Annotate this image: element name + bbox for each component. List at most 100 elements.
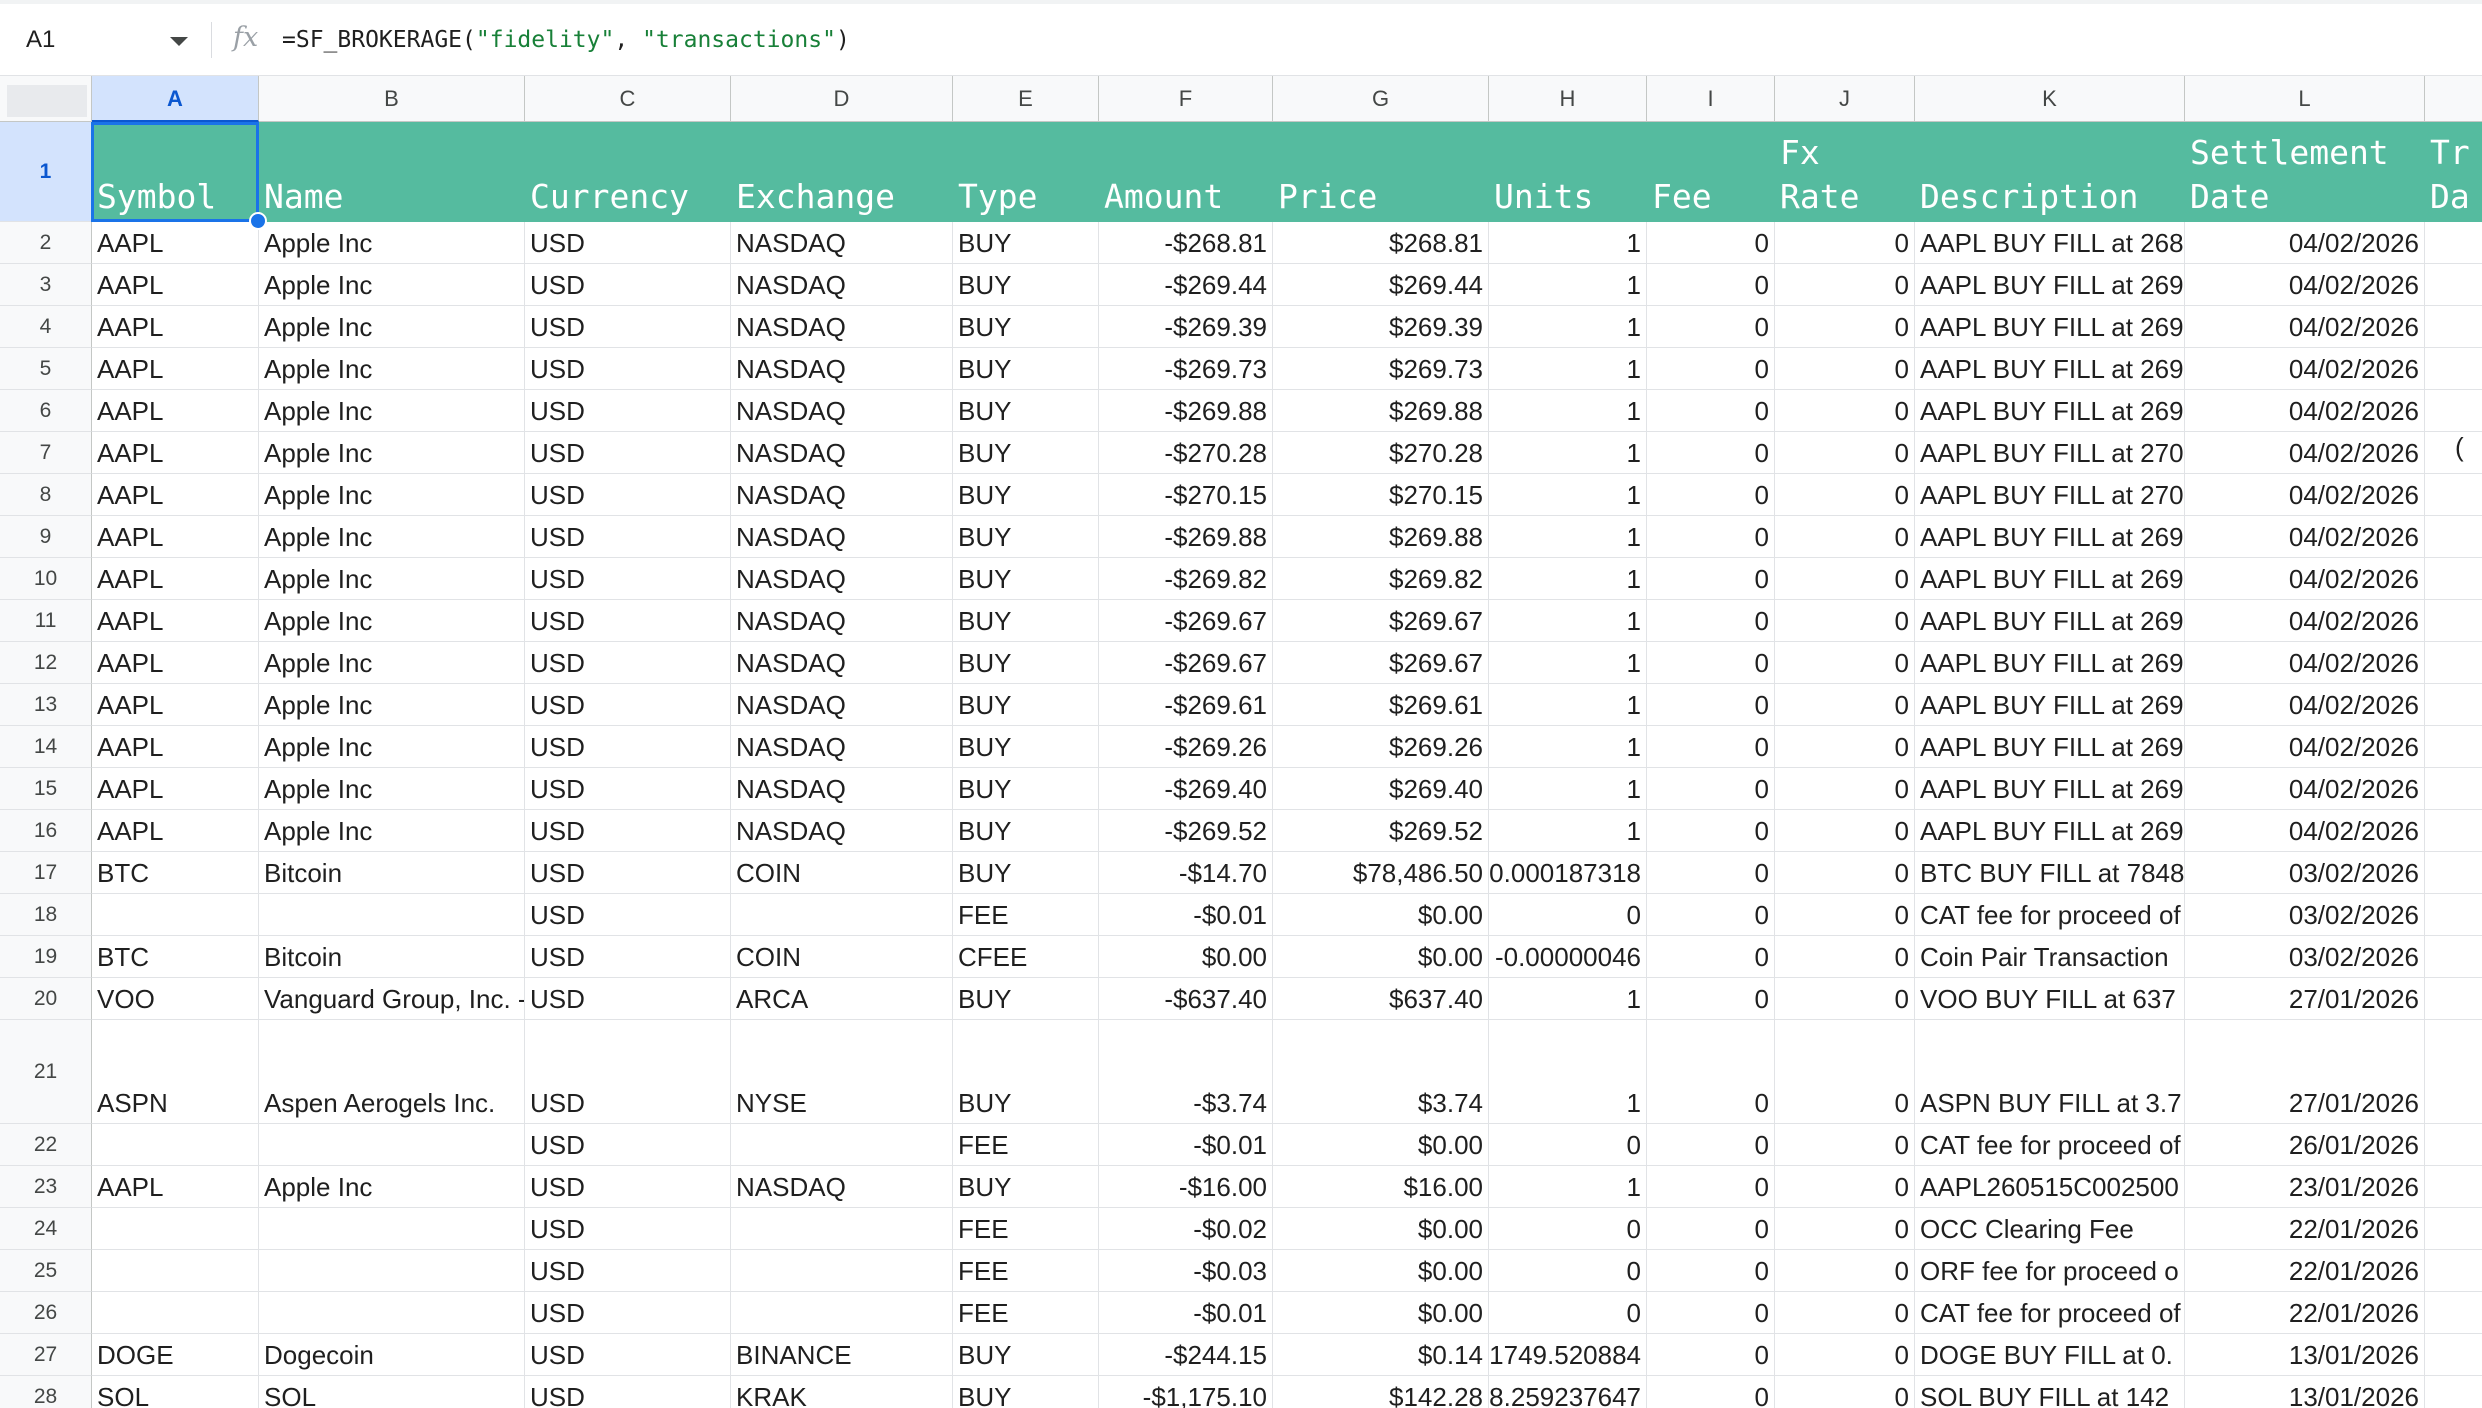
cell-name[interactable] (259, 894, 525, 936)
cell-exchange[interactable]: COIN (731, 852, 953, 894)
cell-description[interactable]: DOGE BUY FILL at 0. (1915, 1334, 2185, 1376)
cell-name[interactable]: Apple Inc (259, 222, 525, 264)
cell-currency[interactable]: USD (525, 684, 731, 726)
cell-description[interactable]: AAPL BUY FILL at 270 (1915, 474, 2185, 516)
cell-units[interactable]: 1 (1489, 516, 1647, 558)
cell-fx-rate[interactable]: 0 (1775, 1250, 1915, 1292)
cell-trade-date[interactable] (2425, 222, 2482, 264)
cell-fee[interactable]: 0 (1647, 852, 1775, 894)
cell-amount[interactable]: -$269.67 (1099, 600, 1273, 642)
cell-exchange[interactable]: NASDAQ (731, 1166, 953, 1208)
cell-price[interactable]: $78,486.50 (1273, 852, 1489, 894)
cell-exchange[interactable]: ARCA (731, 978, 953, 1020)
cell-description[interactable]: AAPL BUY FILL at 268 (1915, 222, 2185, 264)
cell-symbol[interactable] (92, 1208, 259, 1250)
cell-fx-rate[interactable]: 0 (1775, 852, 1915, 894)
cell-amount[interactable]: -$0.03 (1099, 1250, 1273, 1292)
cell-units[interactable]: 1 (1489, 684, 1647, 726)
cell-units[interactable]: 1 (1489, 1020, 1647, 1124)
cell-exchange[interactable]: NASDAQ (731, 768, 953, 810)
cell-fx-rate[interactable]: 0 (1775, 1292, 1915, 1334)
cell-fx-rate[interactable]: 0 (1775, 684, 1915, 726)
cell-type[interactable]: BUY (953, 432, 1099, 474)
cell-fx-rate[interactable]: 0 (1775, 1020, 1915, 1124)
cell-type[interactable]: BUY (953, 1334, 1099, 1376)
cell-fee[interactable]: 0 (1647, 936, 1775, 978)
cell-description[interactable]: CAT fee for proceed of (1915, 1292, 2185, 1334)
row-header-9[interactable]: 9 (0, 516, 92, 558)
cell-fee[interactable]: 0 (1647, 432, 1775, 474)
row-header-3[interactable]: 3 (0, 264, 92, 306)
cell-units[interactable]: 1 (1489, 978, 1647, 1020)
cell-amount[interactable]: -$269.88 (1099, 390, 1273, 432)
cell-price[interactable]: $0.00 (1273, 894, 1489, 936)
cell-description[interactable]: AAPL BUY FILL at 269 (1915, 600, 2185, 642)
cell-exchange[interactable]: NASDAQ (731, 810, 953, 852)
cell-price[interactable]: $0.14 (1273, 1334, 1489, 1376)
column-header-m[interactable] (2425, 76, 2482, 122)
cell-units[interactable]: 1 (1489, 810, 1647, 852)
cell-description[interactable]: ASPN BUY FILL at 3.7 (1915, 1020, 2185, 1124)
cell-trade-date[interactable] (2425, 1292, 2482, 1334)
cell-price[interactable]: $268.81 (1273, 222, 1489, 264)
cell-price[interactable]: $269.88 (1273, 516, 1489, 558)
cell-trade-date[interactable] (2425, 474, 2482, 516)
cell-name[interactable] (259, 1292, 525, 1334)
cell-price[interactable]: $142.28 (1273, 1376, 1489, 1408)
cell-exchange[interactable] (731, 894, 953, 936)
row-header-6[interactable]: 6 (0, 390, 92, 432)
cell-units[interactable]: 0 (1489, 1124, 1647, 1166)
cell-type[interactable]: BUY (953, 810, 1099, 852)
cell-type[interactable]: BUY (953, 1020, 1099, 1124)
cell-trade-date[interactable] (2425, 978, 2482, 1020)
cell-fee[interactable]: 0 (1647, 1208, 1775, 1250)
cell-trade-date[interactable] (2425, 1334, 2482, 1376)
cell-fee[interactable]: 0 (1647, 1020, 1775, 1124)
cell-fee[interactable]: 0 (1647, 516, 1775, 558)
cell-amount[interactable]: -$269.88 (1099, 516, 1273, 558)
row-header-27[interactable]: 27 (0, 1334, 92, 1376)
cell-trade-date[interactable] (2425, 1208, 2482, 1250)
cell-units[interactable]: 0 (1489, 1250, 1647, 1292)
cell-name[interactable]: Bitcoin (259, 852, 525, 894)
cell-currency[interactable]: USD (525, 1124, 731, 1166)
cell-fx-rate[interactable]: 0 (1775, 474, 1915, 516)
column-header-f[interactable]: F (1099, 76, 1273, 122)
cell-name[interactable]: Apple Inc (259, 390, 525, 432)
cell-type[interactable]: BUY (953, 348, 1099, 390)
cell-settlement-date[interactable]: 04/02/2026 (2185, 348, 2425, 390)
cell-fee[interactable]: 0 (1647, 390, 1775, 432)
cell-units[interactable]: 8.259237647 (1489, 1376, 1647, 1408)
cell-description[interactable]: AAPL BUY FILL at 269 (1915, 768, 2185, 810)
cell-currency[interactable]: USD (525, 306, 731, 348)
cell-price[interactable]: $269.73 (1273, 348, 1489, 390)
cell-trade-date[interactable] (2425, 600, 2482, 642)
cell-name[interactable]: Apple Inc (259, 474, 525, 516)
cell-fx-rate[interactable]: 0 (1775, 348, 1915, 390)
column-header-i[interactable]: I (1647, 76, 1775, 122)
cell-trade-date[interactable] (2425, 1376, 2482, 1408)
column-header-j[interactable]: J (1775, 76, 1915, 122)
select-all-corner[interactable] (0, 76, 92, 122)
cell-symbol[interactable]: BTC (92, 936, 259, 978)
cell-currency[interactable]: USD (525, 642, 731, 684)
cell-symbol[interactable]: AAPL (92, 558, 259, 600)
cell-name[interactable]: Apple Inc (259, 306, 525, 348)
header-cell-description[interactable]: Description (1915, 122, 2185, 222)
cell-type[interactable]: CFEE (953, 936, 1099, 978)
header-cell-fee[interactable]: Fee (1647, 122, 1775, 222)
cell-symbol[interactable]: AAPL (92, 306, 259, 348)
row-header-25[interactable]: 25 (0, 1250, 92, 1292)
cell-fee[interactable]: 0 (1647, 1166, 1775, 1208)
cell-trade-date[interactable] (2425, 1020, 2482, 1124)
cell-type[interactable]: BUY (953, 474, 1099, 516)
cell-settlement-date[interactable]: 03/02/2026 (2185, 936, 2425, 978)
cell-description[interactable]: AAPL BUY FILL at 269 (1915, 684, 2185, 726)
column-header-k[interactable]: K (1915, 76, 2185, 122)
row-header-17[interactable]: 17 (0, 852, 92, 894)
cell-symbol[interactable] (92, 1250, 259, 1292)
cell-price[interactable]: $269.88 (1273, 390, 1489, 432)
cell-fee[interactable]: 0 (1647, 1124, 1775, 1166)
cell-fx-rate[interactable]: 0 (1775, 600, 1915, 642)
cell-currency[interactable]: USD (525, 810, 731, 852)
